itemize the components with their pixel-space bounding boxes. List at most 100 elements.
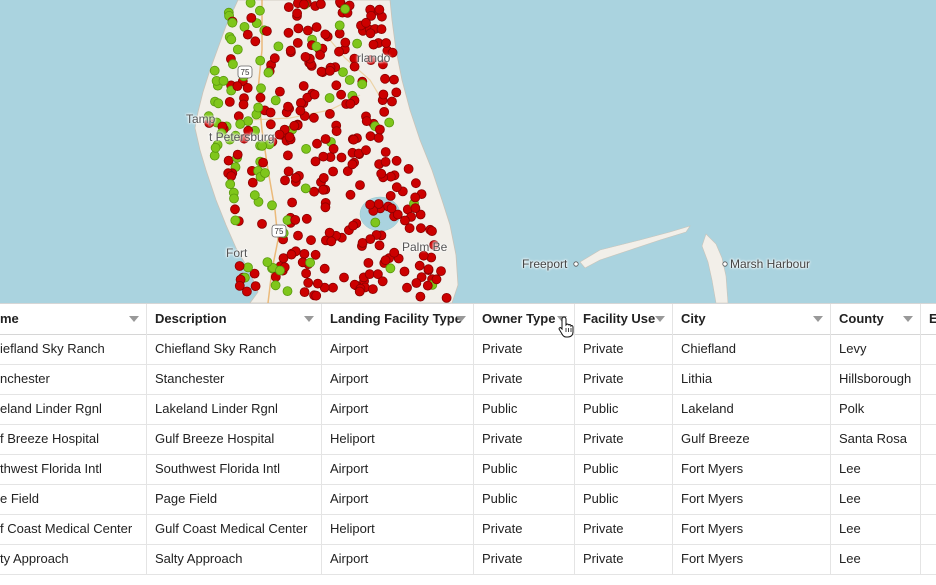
facility-marker[interactable] [319, 263, 330, 274]
facility-marker[interactable] [311, 41, 322, 52]
facility-marker[interactable] [324, 227, 335, 238]
facility-marker[interactable] [293, 23, 304, 34]
facility-marker[interactable] [310, 156, 321, 167]
facility-marker[interactable] [265, 119, 276, 130]
facility-marker[interactable] [283, 2, 294, 12]
facility-marker[interactable] [320, 134, 331, 144]
table-cell[interactable]: Gulf Breeze Hospital [147, 424, 322, 454]
facility-marker[interactable] [367, 284, 378, 295]
facility-marker[interactable] [232, 81, 243, 91]
table-cell[interactable]: Private [474, 514, 575, 544]
facility-marker[interactable] [334, 20, 345, 31]
facility-marker[interactable] [324, 66, 335, 76]
facility-marker[interactable] [285, 45, 296, 56]
facility-marker[interactable] [311, 290, 322, 301]
facility-marker[interactable] [354, 286, 365, 297]
table-row[interactable]: thwest Florida Intl Southwest Florida Int… [0, 454, 936, 485]
facility-marker[interactable] [301, 268, 312, 279]
facility-marker[interactable] [387, 96, 397, 107]
facility-marker[interactable] [415, 291, 426, 302]
table-row[interactable]: ty Approach Salty Approach Airport Private P… [0, 544, 936, 575]
facility-marker[interactable] [338, 67, 348, 77]
table-cell[interactable]: Airport [322, 394, 474, 424]
column-header-landing-facility-type[interactable]: Landing Facility Type [322, 304, 474, 334]
table-cell[interactable]: eland Linder Rgnl [0, 394, 147, 424]
facility-marker[interactable] [315, 50, 326, 60]
facility-marker[interactable] [380, 255, 391, 266]
facility-marker[interactable] [303, 277, 314, 288]
table-cell[interactable]: f Breeze Hospital [0, 424, 147, 454]
map-view[interactable]: 75 75 rlando Tamp t Petersburg Fort Palm… [0, 0, 936, 303]
facility-marker[interactable] [376, 24, 387, 35]
column-header-description[interactable]: Description [147, 304, 322, 334]
facility-marker[interactable] [368, 39, 379, 50]
facility-marker[interactable] [232, 44, 243, 55]
facility-marker[interactable] [389, 247, 400, 258]
table-cell[interactable]: Southwest Florida Intl [147, 454, 322, 484]
facility-marker[interactable] [242, 83, 253, 93]
table-cell[interactable]: Public [575, 484, 673, 514]
column-menu-icon[interactable] [129, 316, 139, 322]
facility-marker[interactable] [250, 281, 261, 292]
facility-marker[interactable] [410, 178, 421, 189]
facility-marker[interactable] [213, 98, 224, 109]
table-cell[interactable]: Private [575, 544, 673, 574]
table-cell[interactable]: Levy [831, 334, 921, 364]
table-cell[interactable]: Lee [831, 544, 921, 574]
facility-marker[interactable] [300, 52, 311, 62]
facility-marker[interactable] [357, 79, 368, 90]
facility-marker[interactable] [293, 230, 303, 241]
table-cell[interactable]: Santa Rosa [831, 424, 921, 454]
facility-marker[interactable] [380, 156, 391, 167]
facility-marker[interactable] [299, 248, 310, 259]
facility-marker[interactable] [295, 105, 306, 116]
facility-marker[interactable] [225, 179, 236, 190]
table-cell[interactable]: Public [474, 484, 575, 514]
table-cell[interactable] [921, 454, 936, 484]
facility-marker[interactable] [249, 190, 260, 201]
facility-marker[interactable] [263, 67, 274, 78]
facility-marker[interactable] [312, 138, 322, 149]
facility-marker[interactable] [320, 29, 331, 40]
column-header-name[interactable]: me [0, 304, 147, 334]
facility-marker[interactable] [269, 53, 280, 64]
facility-marker[interactable] [324, 109, 335, 119]
facility-marker[interactable] [374, 240, 385, 251]
facility-marker[interactable] [309, 89, 320, 100]
facility-marker[interactable] [301, 143, 312, 154]
facility-marker[interactable] [384, 117, 395, 128]
table-row[interactable]: e Field Page Field Airport Public Public Fort… [0, 484, 936, 515]
table-cell[interactable]: Lee [831, 514, 921, 544]
facility-marker[interactable] [318, 151, 329, 162]
facility-marker[interactable] [210, 142, 221, 153]
facility-marker[interactable] [328, 143, 339, 154]
facility-marker[interactable] [245, 0, 256, 8]
facility-marker[interactable] [286, 249, 297, 260]
facility-marker[interactable] [344, 75, 355, 85]
facility-marker[interactable] [328, 166, 339, 177]
table-cell[interactable]: Stanchester [147, 364, 322, 394]
facility-marker[interactable] [370, 217, 381, 228]
table-cell[interactable]: Salty Approach [147, 544, 322, 574]
facility-marker[interactable] [310, 249, 321, 260]
facility-marker[interactable] [361, 116, 372, 126]
table-cell[interactable]: Airport [322, 334, 474, 364]
facility-marker[interactable] [260, 168, 270, 178]
facility-marker[interactable] [422, 280, 433, 291]
facility-marker[interactable] [334, 46, 344, 57]
table-row[interactable]: f Coast Medical Center Gulf Coast Medical… [0, 514, 936, 545]
facility-marker[interactable] [242, 29, 253, 40]
facility-marker[interactable] [348, 134, 359, 145]
facility-marker[interactable] [414, 260, 425, 271]
table-cell[interactable]: Public [575, 394, 673, 424]
facility-marker[interactable] [255, 55, 266, 66]
facility-marker[interactable] [318, 172, 329, 183]
facility-marker[interactable] [275, 265, 285, 276]
facility-marker[interactable] [250, 36, 261, 47]
table-cell[interactable]: Private [575, 364, 673, 394]
facility-marker[interactable] [365, 199, 376, 210]
column-header-partial[interactable]: E [921, 304, 936, 334]
facility-marker[interactable] [339, 272, 349, 283]
facility-marker[interactable] [316, 66, 327, 77]
facility-marker[interactable] [305, 257, 316, 268]
